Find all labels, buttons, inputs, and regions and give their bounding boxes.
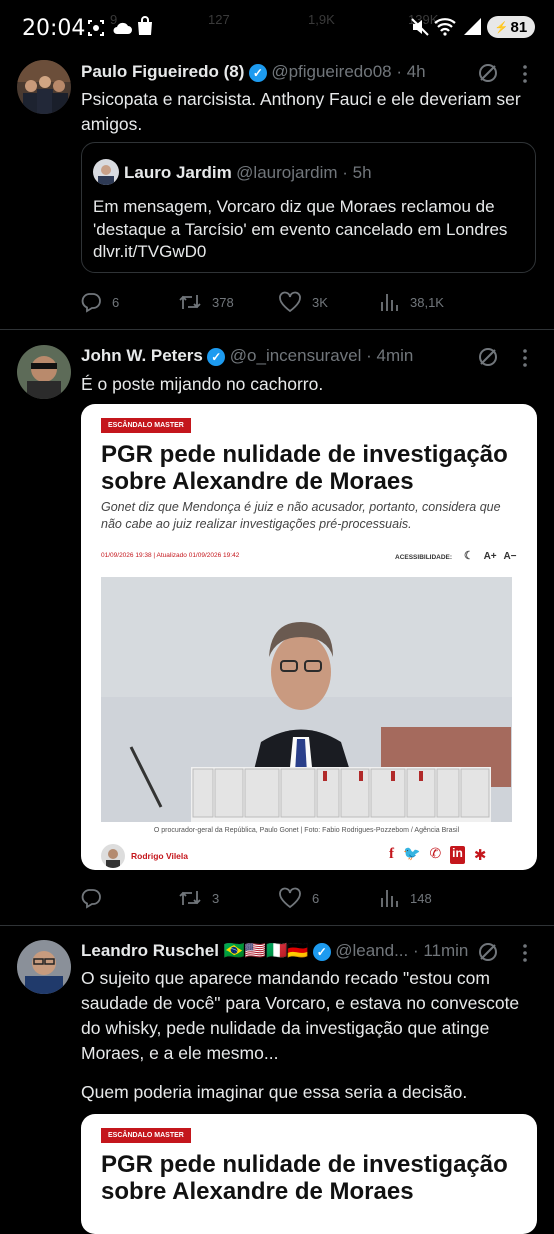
tweet-header: Paulo Figueiredo (8) ✓ @pfigueiredo08 · … [81, 62, 491, 82]
moon-icon: ☾ [463, 550, 474, 562]
twitter-icon: 🐦 [403, 846, 421, 862]
avatar[interactable] [17, 940, 71, 994]
shopping-bag-icon [138, 16, 152, 35]
tweet-actions: 3 6 148 [80, 884, 540, 912]
tweet-text: É o poste mijando no cachorro. [81, 374, 324, 394]
tweet-text-paragraph: Quem poderia imaginar que essa seria a d… [81, 1082, 468, 1102]
font-plus: A+ [483, 551, 497, 562]
screen-record-icon [88, 20, 104, 36]
reply-icon [81, 889, 101, 909]
accessibility-controls: ACESSIBILIDADE: ☾ A+ A− [395, 550, 517, 562]
heart-icon [279, 887, 301, 909]
reply-icon [81, 293, 101, 313]
more-options-icon[interactable] [521, 348, 529, 368]
share-icon[interactable] [512, 291, 534, 313]
quoted-tweet[interactable]: Lauro Jardim @laurojardim · 5h Em mensag… [81, 142, 536, 273]
grok-icon[interactable] [477, 62, 499, 84]
divider [0, 925, 554, 926]
views-count: 148 [410, 890, 432, 906]
bookmark-icon[interactable] [468, 291, 488, 313]
retweet-icon [179, 295, 201, 309]
views-icon [381, 890, 398, 907]
retweet-button[interactable]: 378 [178, 291, 234, 313]
tweet-header: John W. Peters ✓ @o_incensuravel · 4min [81, 346, 491, 366]
retweet-button[interactable]: 3 [178, 887, 219, 909]
photo-caption: O procurador-geral da República, Paulo G… [153, 827, 460, 834]
status-time: 20:04 [22, 16, 86, 41]
grok-icon[interactable] [477, 941, 499, 963]
verified-badge-icon: ✓ [207, 348, 226, 366]
author-handle[interactable]: @o_incensuravel · 4min [230, 346, 414, 365]
tweet-actions: 6 378 3K 38,1K [80, 288, 540, 316]
bookmark-icon[interactable] [468, 887, 488, 909]
article-dateline: 01/09/2026 19:38 | Atualizado 01/09/2026… [101, 552, 240, 559]
grok-icon[interactable] [477, 346, 499, 368]
author-name[interactable]: Leandro Ruschel 🇧🇷🇺🇸🇮🇹🇩🇪 [81, 941, 308, 960]
article-headline: PGR pede nulidade de investigação sobre … [101, 441, 508, 495]
retweet-count: 3 [212, 890, 220, 906]
like-count: 3K [312, 294, 328, 310]
heart-icon [279, 291, 301, 313]
quoted-author-handle: @laurojardim · 5h [236, 163, 372, 182]
like-count: 6 [312, 890, 320, 906]
tweet-header: Leandro Ruschel 🇧🇷🇺🇸🇮🇹🇩🇪 ✓ @leand... · 1… [81, 941, 481, 961]
author-avatar [101, 844, 125, 868]
signal-icon [464, 18, 481, 35]
whatsapp-icon: ✆ [429, 846, 442, 862]
tweet-text: Psicopata e narcisista. Anthony Fauci e … [81, 89, 521, 134]
share-asterisk-icon: ✱ [473, 846, 487, 864]
like-button[interactable]: 6 [278, 887, 319, 909]
article-image[interactable]: ESCÂNDALO MASTER PGR pede nulidade de in… [81, 1114, 537, 1234]
more-options-icon[interactable] [521, 64, 529, 84]
views-count: 38,1K [410, 294, 444, 310]
article-author: Rodrigo Vilela [131, 851, 188, 861]
quoted-avatar [93, 159, 119, 185]
verified-badge-icon: ✓ [248, 64, 267, 82]
author-handle[interactable]: @leand... · 11min [335, 941, 468, 960]
category-tag: ESCÂNDALO MASTER [101, 1128, 191, 1143]
quoted-text: Em mensagem, Vorcaro diz que Moraes recl… [93, 197, 508, 261]
article-headline: PGR pede nulidade de investigação sobre … [101, 1151, 508, 1205]
article-photo [101, 577, 512, 822]
article-image[interactable]: ESCÂNDALO MASTER PGR pede nulidade de in… [81, 404, 537, 870]
article-subtitle: Gonet diz que Mendonça é juiz e não acus… [101, 500, 501, 531]
retweet-count: 378 [212, 294, 234, 310]
battery-indicator: ⚡ 81 [487, 16, 535, 38]
reply-button[interactable]: 6 [80, 291, 119, 313]
author-name[interactable]: Paulo Figueiredo (8) [81, 62, 244, 81]
retweet-icon [179, 891, 201, 905]
wifi-icon [434, 18, 456, 36]
tweet-text: O sujeito que aparece mandando recado "e… [81, 968, 520, 1063]
views-button[interactable]: 38,1K [378, 291, 444, 313]
views-button[interactable]: 148 [378, 887, 432, 909]
divider [0, 329, 554, 330]
author-name[interactable]: John W. Peters [81, 346, 203, 365]
reply-count: 6 [112, 294, 120, 310]
verified-badge-icon: ✓ [312, 943, 331, 961]
mute-icon [411, 18, 429, 36]
more-options-icon[interactable] [521, 943, 529, 963]
quoted-author-name: Lauro Jardim [124, 163, 232, 182]
share-icon[interactable] [512, 887, 534, 909]
status-bar: 9 127 1,9K 139K 20:04 ⚡ 81 [0, 0, 554, 56]
share-icons: f 🐦 ✆ in ✱ [389, 846, 486, 864]
quoted-header: Lauro Jardim @laurojardim · 5h [124, 163, 372, 183]
cloud-icon [113, 22, 132, 34]
category-tag: ESCÂNDALO MASTER [101, 418, 191, 433]
avatar[interactable] [17, 345, 71, 399]
reply-button[interactable] [80, 887, 112, 909]
avatar[interactable] [17, 60, 71, 114]
linkedin-icon: in [450, 846, 465, 864]
views-icon [381, 294, 398, 311]
like-button[interactable]: 3K [278, 291, 328, 313]
font-minus: A− [503, 551, 517, 562]
author-handle[interactable]: @pfigueiredo08 · 4h [271, 62, 425, 81]
facebook-icon: f [389, 846, 394, 862]
